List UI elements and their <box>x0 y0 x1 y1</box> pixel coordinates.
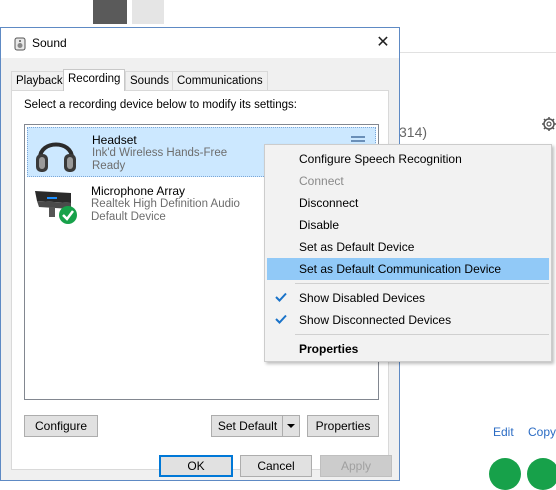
phone-call-icon[interactable] <box>489 458 521 490</box>
tab-communications[interactable]: Communications <box>172 71 268 90</box>
background-app-top <box>0 0 556 26</box>
device-status: Default Device <box>91 211 166 223</box>
set-default-label: Set Default <box>217 419 278 433</box>
tab-playback[interactable]: Playback <box>11 71 68 90</box>
menu-separator <box>295 283 549 284</box>
gear-icon[interactable] <box>539 113 556 135</box>
configure-button[interactable]: Configure <box>24 415 98 437</box>
set-default-dropdown[interactable] <box>282 416 299 436</box>
background-tab <box>132 0 164 24</box>
menu-item-label: Properties <box>299 342 359 356</box>
close-button[interactable]: ✕ <box>367 29 399 57</box>
tab-sounds[interactable]: Sounds <box>125 71 175 90</box>
menu-item-label: Show Disabled Devices <box>299 291 426 305</box>
ok-button[interactable]: OK <box>159 455 233 477</box>
menu-item-configure-speech[interactable]: Configure Speech Recognition <box>267 148 549 170</box>
dialog-title: Sound <box>32 36 67 50</box>
apply-button[interactable]: Apply <box>320 455 392 477</box>
background-tab <box>93 0 127 24</box>
menu-separator <box>295 334 549 335</box>
headset-icon <box>36 142 76 172</box>
tab-recording[interactable]: Recording <box>63 69 126 91</box>
chevron-down-icon <box>287 424 295 428</box>
background-divider <box>400 52 556 53</box>
menu-item-connect[interactable]: Connect <box>267 170 549 192</box>
menu-item-label: Show Disconnected Devices <box>299 313 452 327</box>
menu-item-label: Disconnect <box>299 196 359 210</box>
cancel-button[interactable]: Cancel <box>240 455 312 477</box>
menu-item-disconnect[interactable]: Disconnect <box>267 192 549 214</box>
set-default-button[interactable]: Set Default <box>211 415 300 437</box>
cancel-label: Cancel <box>257 459 295 473</box>
properties-label: Properties <box>315 419 371 433</box>
context-menu: Configure Speech Recognition Connect Dis… <box>264 144 552 362</box>
menu-item-show-disabled[interactable]: Show Disabled Devices <box>267 287 549 309</box>
device-driver: Ink'd Wireless Hands-Free <box>92 147 228 159</box>
copy-link[interactable]: Copy <box>528 425 556 439</box>
speaker-icon <box>14 37 26 51</box>
video-call-icon[interactable] <box>527 458 556 490</box>
instruction-text: Select a recording device below to modif… <box>24 99 297 111</box>
device-name: Headset <box>92 133 137 147</box>
edit-link[interactable]: Edit <box>493 425 514 439</box>
menu-item-disable[interactable]: Disable <box>267 214 549 236</box>
menu-item-show-disconnected[interactable]: Show Disconnected Devices <box>267 309 549 331</box>
menu-item-set-default-device[interactable]: Set as Default Device <box>267 236 549 258</box>
properties-button[interactable]: Properties <box>307 415 379 437</box>
menu-item-label: Configure Speech Recognition <box>299 152 462 166</box>
menu-item-properties[interactable]: Properties <box>267 338 549 360</box>
apply-label: Apply <box>340 459 372 473</box>
menu-item-set-default-communication[interactable]: Set as Default Communication Device <box>267 258 549 280</box>
checkmark-icon <box>275 314 287 324</box>
device-driver: Realtek High Definition Audio <box>91 198 240 210</box>
menu-item-label: Set as Default Communication Device <box>299 262 502 276</box>
configure-label: Configure <box>34 419 88 433</box>
device-name: Microphone Array <box>91 184 186 198</box>
ok-label: OK <box>187 459 205 473</box>
background-partial-text: 314) <box>399 124 428 140</box>
menu-item-label: Set as Default Device <box>299 240 415 254</box>
microphone-array-icon <box>35 191 77 224</box>
menu-item-label: Connect <box>299 174 344 188</box>
device-status: Ready <box>92 160 126 172</box>
title-bar: Sound ✕ <box>1 28 399 58</box>
checkmark-icon <box>275 292 287 302</box>
menu-item-label: Disable <box>299 218 340 232</box>
